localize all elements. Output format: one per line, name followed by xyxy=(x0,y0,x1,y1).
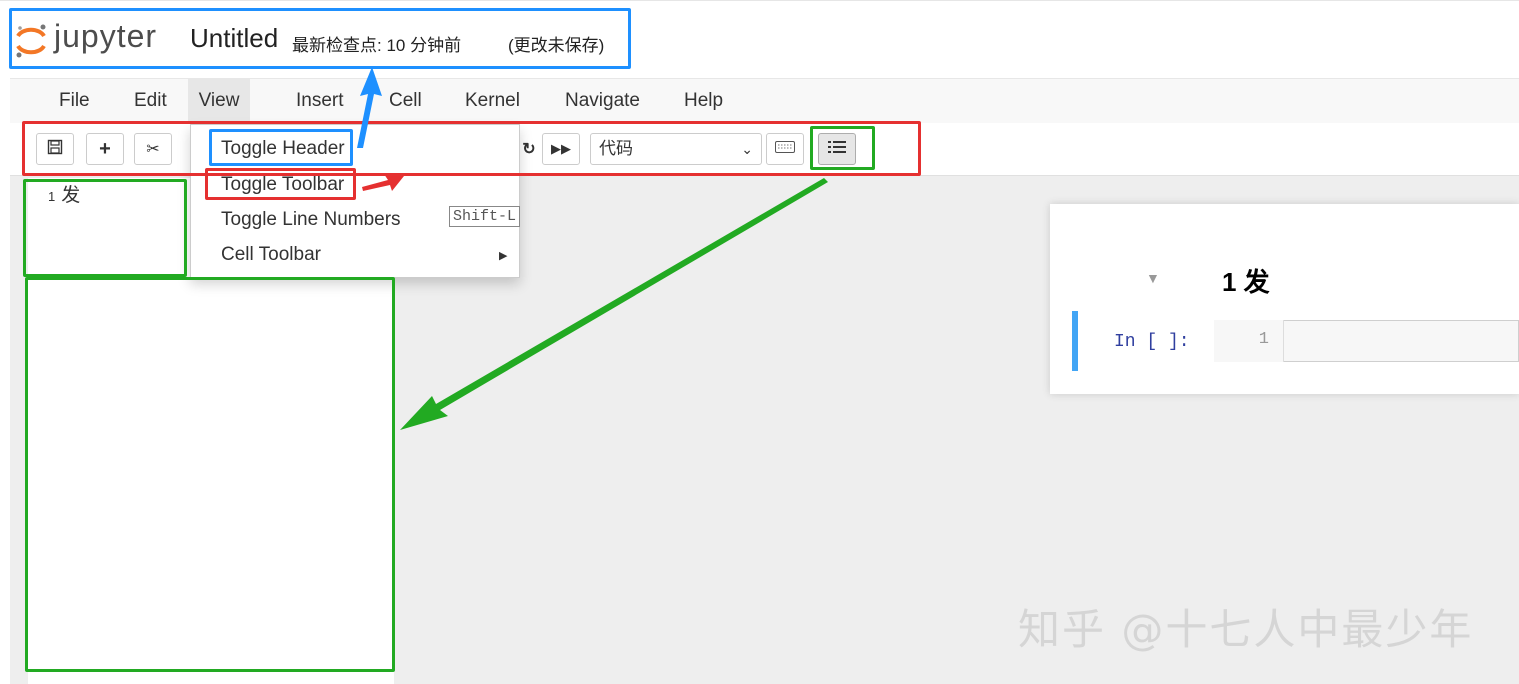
annotation-arrows xyxy=(357,67,828,430)
watermark-text: 知乎 @十七人中最少年 xyxy=(1018,605,1474,654)
red-arrow xyxy=(362,174,404,191)
blue-arrow xyxy=(357,67,382,148)
green-arrow xyxy=(400,178,828,430)
